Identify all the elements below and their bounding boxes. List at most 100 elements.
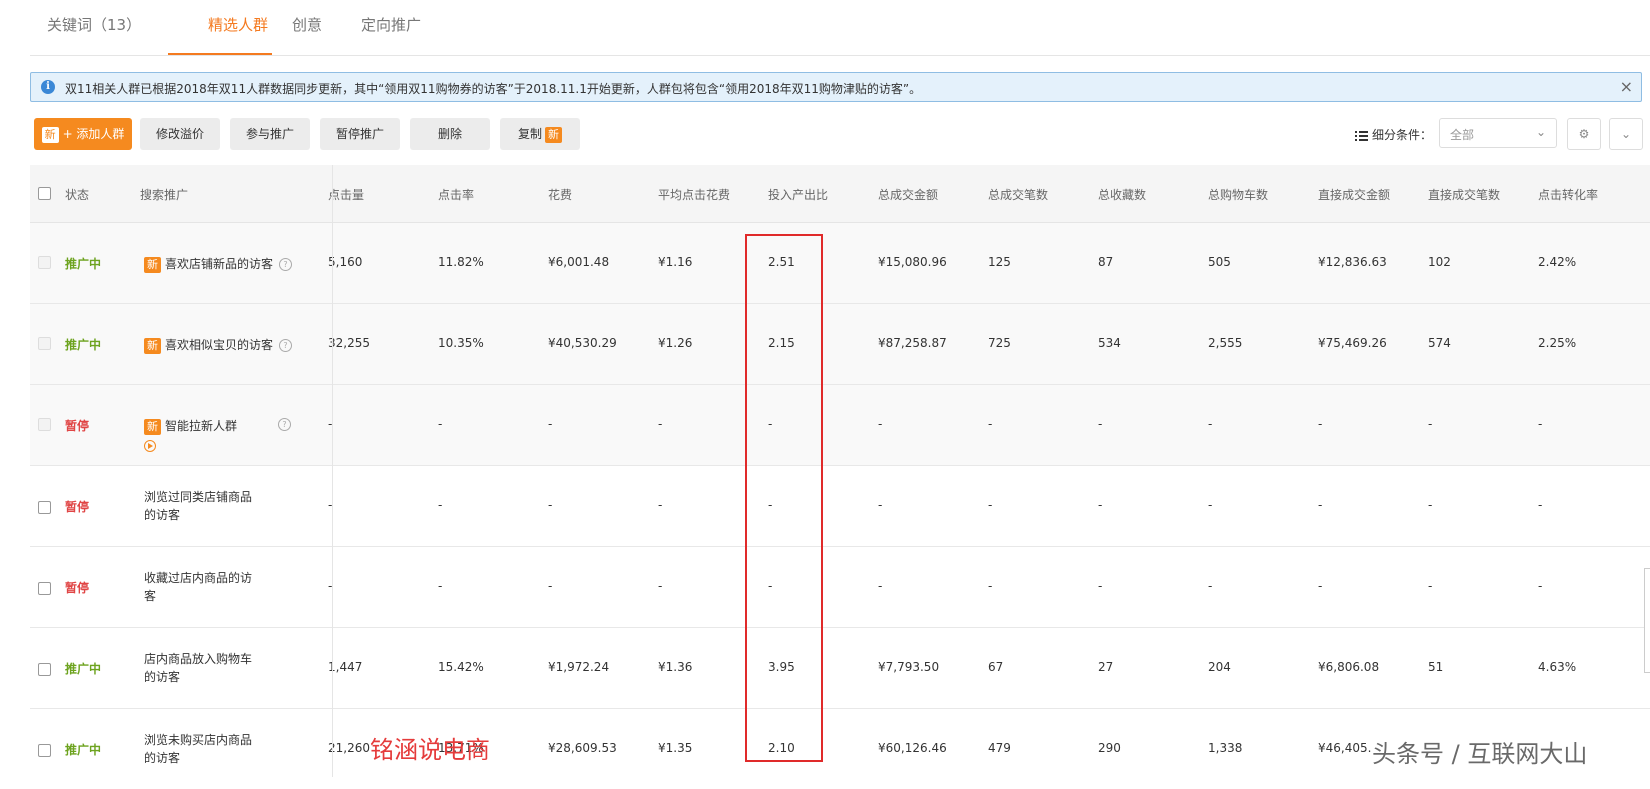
audience-name-line1[interactable]: 收藏过店内商品的访 (144, 569, 252, 586)
row-status: 推广中 (65, 743, 102, 757)
tab-keywords[interactable]: 关键词（13） (47, 14, 141, 35)
tab-creative[interactable]: 创意 (292, 14, 322, 35)
watermark-right: 头条号 / 互联网大山 (1372, 740, 1588, 768)
cell-cpc: ¥1.26 (658, 336, 693, 350)
audience-name-text: 喜欢店铺新品的访客 (165, 257, 274, 271)
tab-selected-audience[interactable]: 精选人群 (208, 14, 268, 35)
close-icon[interactable]: × (1620, 77, 1633, 96)
add-audience-button[interactable]: 新 + 添加人群 (34, 118, 132, 150)
chevron-down-icon: ⌄ (1535, 125, 1546, 139)
select-all-checkbox[interactable] (38, 187, 51, 200)
cell-carts: - (1208, 498, 1213, 512)
tab-bar: 关键词（13） 精选人群 创意 定向推广 (30, 0, 1650, 56)
cell-cvr: 2.42% (1538, 255, 1577, 269)
header-clicks[interactable]: 点击量 (328, 186, 364, 203)
cell-orders: 479 (988, 741, 1011, 755)
cell-roi: 2.51 (768, 255, 795, 269)
header-direct-gmv[interactable]: 直接成交金额 (1318, 186, 1390, 203)
cell-orders: - (988, 417, 993, 431)
list-icon (1355, 130, 1368, 141)
header-roi[interactable]: 投入产出比 (768, 186, 828, 203)
cell-roi: 2.15 (768, 336, 795, 350)
header-orders[interactable]: 总成交笔数 (988, 186, 1048, 203)
filter-select[interactable]: 全部 ⌄ (1439, 118, 1557, 148)
cell-clicks: 21,260 (328, 741, 370, 755)
cell-ctr: - (438, 498, 443, 512)
cell-favs: - (1098, 417, 1103, 431)
header-cost[interactable]: 花费 (548, 186, 572, 203)
cell-ctr: 15.42% (438, 660, 484, 674)
audience-name[interactable]: 新喜欢店铺新品的访客? (144, 255, 293, 273)
filter-select-value: 全部 (1450, 128, 1475, 142)
notice-banner: i 双11相关人群已根据2018年双11人群数据同步更新，其中“领用双11购物券… (30, 72, 1642, 102)
cell-carts: - (1208, 579, 1213, 593)
cell-clicks: 32,255 (328, 336, 370, 350)
cell-gmv: - (878, 579, 883, 593)
side-scroll-tab[interactable] (1644, 568, 1650, 673)
delete-button[interactable]: 删除 (410, 118, 490, 150)
header-direct-orders[interactable]: 直接成交笔数 (1428, 186, 1500, 203)
cell-clicks: 1,447 (328, 660, 363, 674)
header-carts[interactable]: 总购物车数 (1208, 186, 1268, 203)
audience-name[interactable]: 新喜欢相似宝贝的访客? (144, 336, 293, 354)
cell-direct-orders: 102 (1428, 255, 1451, 269)
audience-name-line2[interactable]: 的访客 (144, 668, 180, 685)
help-icon[interactable]: ? (279, 339, 293, 352)
tab-targeted-promotion[interactable]: 定向推广 (361, 14, 421, 35)
audience-name-line2[interactable]: 客 (144, 587, 156, 604)
audience-name[interactable]: 新智能拉新人群 (144, 417, 237, 435)
audience-name-line2[interactable]: 的访客 (144, 506, 180, 523)
filter-label: 细分条件： (1355, 126, 1432, 143)
cell-roi: 3.95 (768, 660, 795, 674)
help-icon[interactable]: ? (278, 418, 291, 431)
settings-button[interactable]: ⚙ (1567, 118, 1601, 150)
header-gmv[interactable]: 总成交金额 (878, 186, 938, 203)
cell-favs: 290 (1098, 741, 1121, 755)
help-icon[interactable]: ? (279, 258, 293, 271)
cell-roi: - (768, 417, 773, 431)
cell-cpc: - (658, 579, 663, 593)
header-ctr[interactable]: 点击率 (438, 186, 474, 203)
cell-cost: ¥28,609.53 (548, 741, 617, 755)
modify-premium-button[interactable]: 修改溢价 (140, 118, 220, 150)
cell-orders: - (988, 579, 993, 593)
toolbar: 新 + 添加人群 修改溢价 参与推广 暂停推广 删除 复制新 细分条件： 全部 ⌄… (34, 118, 1650, 150)
header-cpc[interactable]: 平均点击花费 (658, 186, 730, 203)
copy-button[interactable]: 复制新 (500, 118, 580, 150)
audience-name-line1[interactable]: 店内商品放入购物车 (144, 650, 252, 667)
audience-name-line1[interactable]: 浏览未购买店内商品 (144, 731, 252, 748)
cell-direct-gmv: ¥46,405. (1318, 741, 1372, 755)
new-badge: 新 (144, 256, 161, 273)
play-icon[interactable] (144, 440, 156, 452)
cell-cvr: 4.63% (1538, 660, 1577, 674)
pause-promotion-button[interactable]: 暂停推广 (320, 118, 400, 150)
header-cvr[interactable]: 点击转化率 (1538, 186, 1598, 203)
copy-label: 复制 (517, 127, 542, 141)
cell-gmv: ¥7,793.50 (878, 660, 940, 674)
row-checkbox[interactable] (38, 501, 51, 514)
audience-name-line2[interactable]: 的访客 (144, 749, 180, 766)
cell-favs: - (1098, 498, 1103, 512)
new-badge: 新 (144, 337, 161, 354)
audience-name-line1[interactable]: 浏览过同类店铺商品 (144, 488, 252, 505)
header-search-promo: 搜索推广 (140, 188, 189, 202)
cell-direct-orders: 574 (1428, 336, 1451, 350)
row-checkbox (38, 337, 51, 350)
cell-cvr: - (1538, 579, 1543, 593)
cell-gmv: ¥60,126.46 (878, 741, 947, 755)
cell-carts: 505 (1208, 255, 1231, 269)
cell-carts: 204 (1208, 660, 1231, 674)
row-checkbox[interactable] (38, 663, 51, 676)
table-header: 状态 搜索推广 点击量 点击率 花费 平均点击花费 投入产出比 总成交金额 总成… (30, 165, 1650, 223)
cell-direct-orders: - (1428, 579, 1433, 593)
row-checkbox[interactable] (38, 744, 51, 757)
cell-cost: - (548, 417, 553, 431)
join-promotion-button[interactable]: 参与推广 (230, 118, 310, 150)
cell-gmv: - (878, 498, 883, 512)
row-checkbox[interactable] (38, 582, 51, 595)
expand-button[interactable]: ⌄ (1609, 118, 1643, 150)
chevron-down-icon: ⌄ (1620, 127, 1632, 141)
header-favs[interactable]: 总收藏数 (1098, 186, 1146, 203)
cell-roi: 2.10 (768, 741, 795, 755)
cell-cost: ¥40,530.29 (548, 336, 617, 350)
